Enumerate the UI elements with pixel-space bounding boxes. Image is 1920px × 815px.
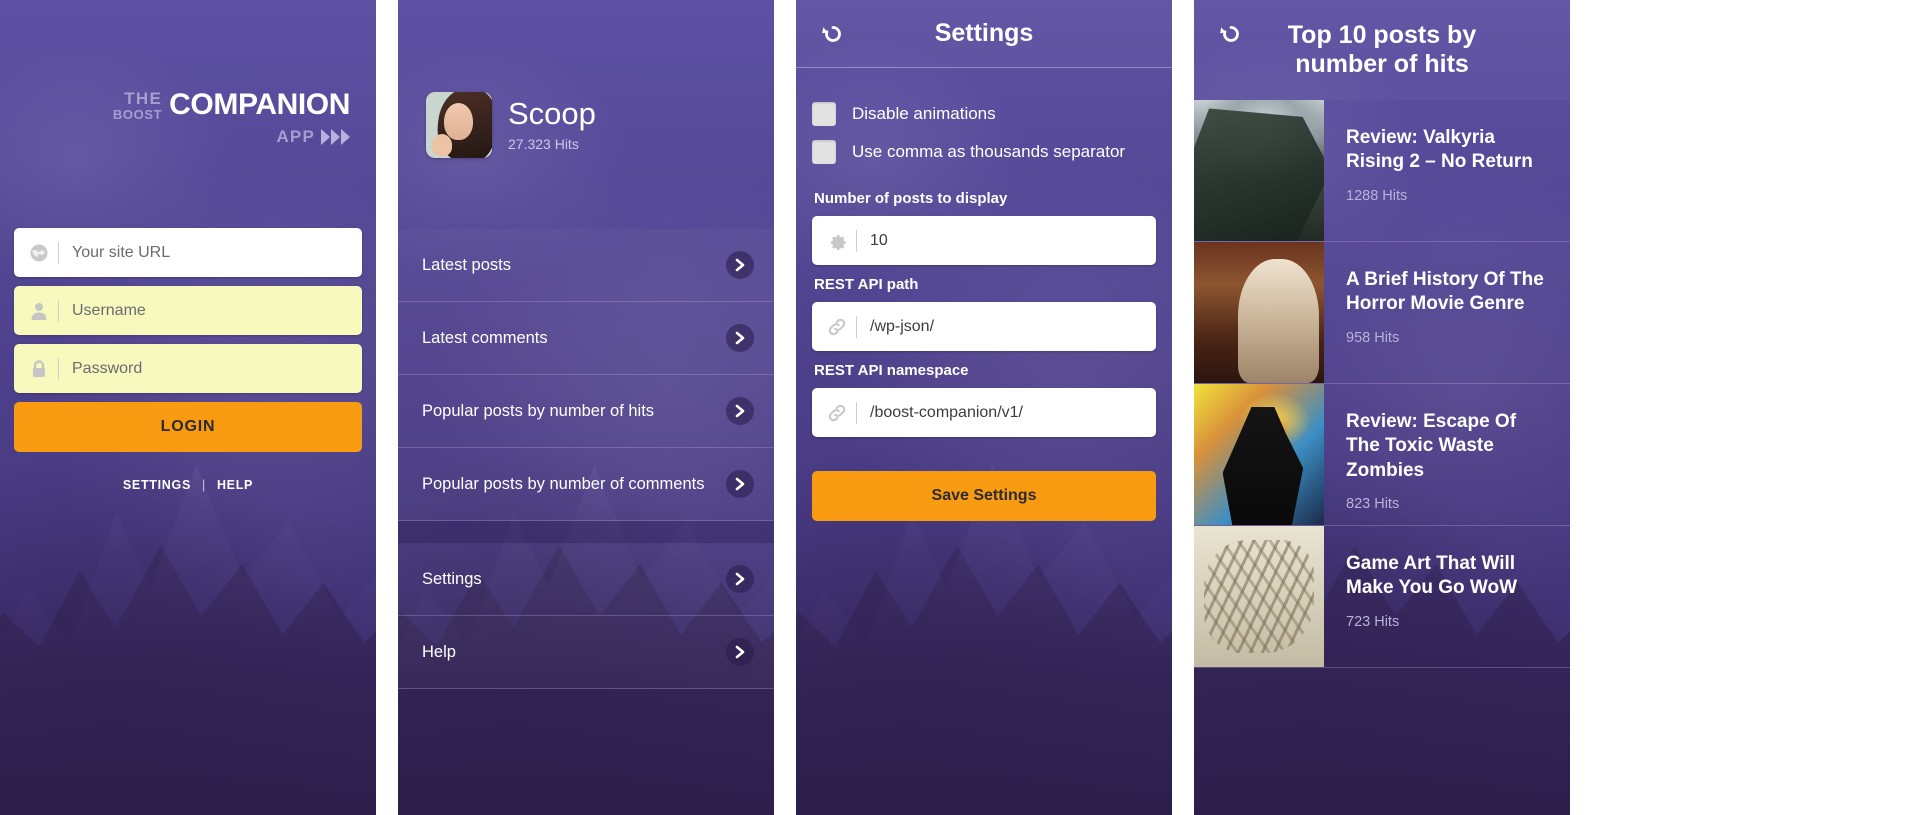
post-list-item[interactable]: A Brief History Of The Horror Movie Genr…: [1194, 242, 1570, 384]
link-icon: [824, 316, 850, 338]
top-posts-topbar: Top 10 posts by number of hits: [1194, 0, 1570, 100]
api-path-label: REST API path: [814, 276, 919, 293]
lock-icon: [26, 359, 52, 379]
post-thumbnail: [1194, 384, 1324, 525]
app-logo: THE BOOST COMPANION APP: [113, 88, 350, 147]
post-list-item[interactable]: Game Art That Will Make You Go WoW 723 H…: [1194, 526, 1570, 668]
settings-form: Disable animations Use comma as thousand…: [796, 68, 1172, 521]
site-url-placeholder: Your site URL: [72, 243, 171, 261]
link-separator: |: [202, 478, 206, 492]
menu-item-settings[interactable]: Settings: [398, 543, 774, 616]
checkbox-thousands-separator[interactable]: Use comma as thousands separator: [812, 140, 1156, 164]
avatar: [426, 92, 492, 158]
post-list-item[interactable]: Review: Escape Of The Toxic Waste Zombie…: [1194, 384, 1570, 526]
posts-count-label: Number of posts to display: [814, 190, 1008, 207]
post-thumbnail: [1194, 242, 1324, 383]
field-divider: [856, 229, 857, 252]
profile-name: Scoop: [508, 96, 596, 132]
password-input[interactable]: Password: [14, 344, 362, 393]
checkbox-box[interactable]: [812, 140, 836, 164]
chevron-right-icon: [726, 397, 754, 425]
chevron-right-icon: [726, 638, 754, 666]
api-namespace-label: REST API namespace: [814, 362, 969, 379]
page-title: Settings: [934, 18, 1034, 47]
logo-boost: BOOST: [112, 106, 163, 122]
posts-count-value: 10: [870, 231, 888, 249]
username-input[interactable]: Username: [14, 286, 362, 335]
post-title: Game Art That Will Make You Go WoW: [1346, 553, 1518, 599]
menu-item-label: Popular posts by number of hits: [422, 401, 655, 420]
field-divider: [856, 401, 857, 424]
gear-icon: [824, 230, 850, 251]
chevron-right-icon: [726, 251, 754, 279]
menu-item-popular-posts-hits[interactable]: Popular posts by number of hits: [398, 375, 774, 448]
posts-list: Review: Valkyria Rising 2 – No Return 12…: [1194, 100, 1570, 668]
post-hits: 1288 Hits: [1346, 187, 1408, 204]
checkbox-disable-animations[interactable]: Disable animations: [812, 102, 1156, 126]
logo-app: APP: [276, 127, 315, 146]
api-path-input[interactable]: /wp-json/: [812, 302, 1156, 351]
settings-topbar: Settings: [796, 0, 1172, 68]
post-list-item[interactable]: Review: Valkyria Rising 2 – No Return 12…: [1194, 100, 1570, 242]
save-settings-button[interactable]: Save Settings: [812, 471, 1156, 521]
settings-screen: Settings Disable animations Use comma as…: [796, 0, 1172, 815]
back-history-icon[interactable]: [818, 19, 848, 49]
logo-the: THE: [124, 88, 163, 108]
profile-hits: 27.323 Hits: [508, 135, 579, 152]
password-placeholder: Password: [72, 359, 143, 377]
menu-item-label: Settings: [422, 569, 482, 588]
chevron-right-icon: [726, 565, 754, 593]
post-hits: 958 Hits: [1346, 329, 1400, 346]
menu-item-help[interactable]: Help: [398, 616, 774, 689]
back-history-icon[interactable]: [1216, 19, 1246, 49]
posts-count-input[interactable]: 10: [812, 216, 1156, 265]
chevron-right-icon: [726, 470, 754, 498]
post-hits: 723 Hits: [1346, 613, 1400, 630]
login-screen: THE BOOST COMPANION APP Your site URL Us…: [0, 0, 376, 815]
post-hits: 823 Hits: [1346, 495, 1400, 512]
menu-item-popular-posts-comments[interactable]: Popular posts by number of comments: [398, 448, 774, 521]
checkbox-label: Use comma as thousands separator: [852, 142, 1126, 161]
field-divider: [58, 299, 59, 322]
post-thumbnail: [1194, 526, 1324, 667]
menu-item-latest-comments[interactable]: Latest comments: [398, 302, 774, 375]
post-thumbnail: [1194, 100, 1324, 241]
post-title: Review: Escape Of The Toxic Waste Zombie…: [1346, 411, 1517, 481]
profile-header: Scoop 27.323 Hits: [426, 92, 596, 158]
checkbox-label: Disable animations: [852, 104, 996, 123]
field-divider: [58, 357, 59, 380]
api-namespace-input[interactable]: /boost-companion/v1/: [812, 388, 1156, 437]
help-link[interactable]: HELP: [217, 478, 253, 492]
menu-screen: Scoop 27.323 Hits Latest posts Latest co…: [398, 0, 774, 815]
chevron-right-icon: [726, 324, 754, 352]
post-title: Review: Valkyria Rising 2 – No Return: [1346, 127, 1533, 173]
api-namespace-value: /boost-companion/v1/: [870, 403, 1023, 421]
login-sublinks: SETTINGS | HELP: [14, 478, 362, 492]
logo-companion: COMPANION: [169, 88, 350, 121]
page-title: Top 10 posts by number of hits: [1287, 20, 1477, 79]
login-form: Your site URL Username Password LOGIN SE…: [14, 228, 362, 492]
menu-item-label: Latest posts: [422, 255, 511, 274]
globe-icon: [26, 243, 52, 263]
settings-link[interactable]: SETTINGS: [123, 478, 191, 492]
post-title: A Brief History Of The Horror Movie Genr…: [1346, 269, 1544, 315]
username-placeholder: Username: [72, 301, 146, 319]
checkbox-box[interactable]: [812, 102, 836, 126]
top-posts-screen: Top 10 posts by number of hits Review: V…: [1194, 0, 1570, 815]
menu-group-separator: [398, 521, 774, 543]
menu-item-label: Popular posts by number of comments: [422, 474, 705, 493]
user-icon: [26, 301, 52, 321]
field-divider: [856, 315, 857, 338]
chevron-arrows-icon: [321, 129, 350, 145]
login-button[interactable]: LOGIN: [14, 402, 362, 452]
site-url-input[interactable]: Your site URL: [14, 228, 362, 277]
main-menu: Latest posts Latest comments Popular pos…: [398, 229, 774, 689]
menu-item-label: Latest comments: [422, 328, 548, 347]
menu-item-latest-posts[interactable]: Latest posts: [398, 229, 774, 302]
screenshot-stage: THE BOOST COMPANION APP Your site URL Us…: [0, 0, 1920, 815]
api-path-value: /wp-json/: [870, 317, 935, 335]
link-icon: [824, 402, 850, 424]
menu-item-label: Help: [422, 642, 456, 661]
field-divider: [58, 241, 59, 264]
